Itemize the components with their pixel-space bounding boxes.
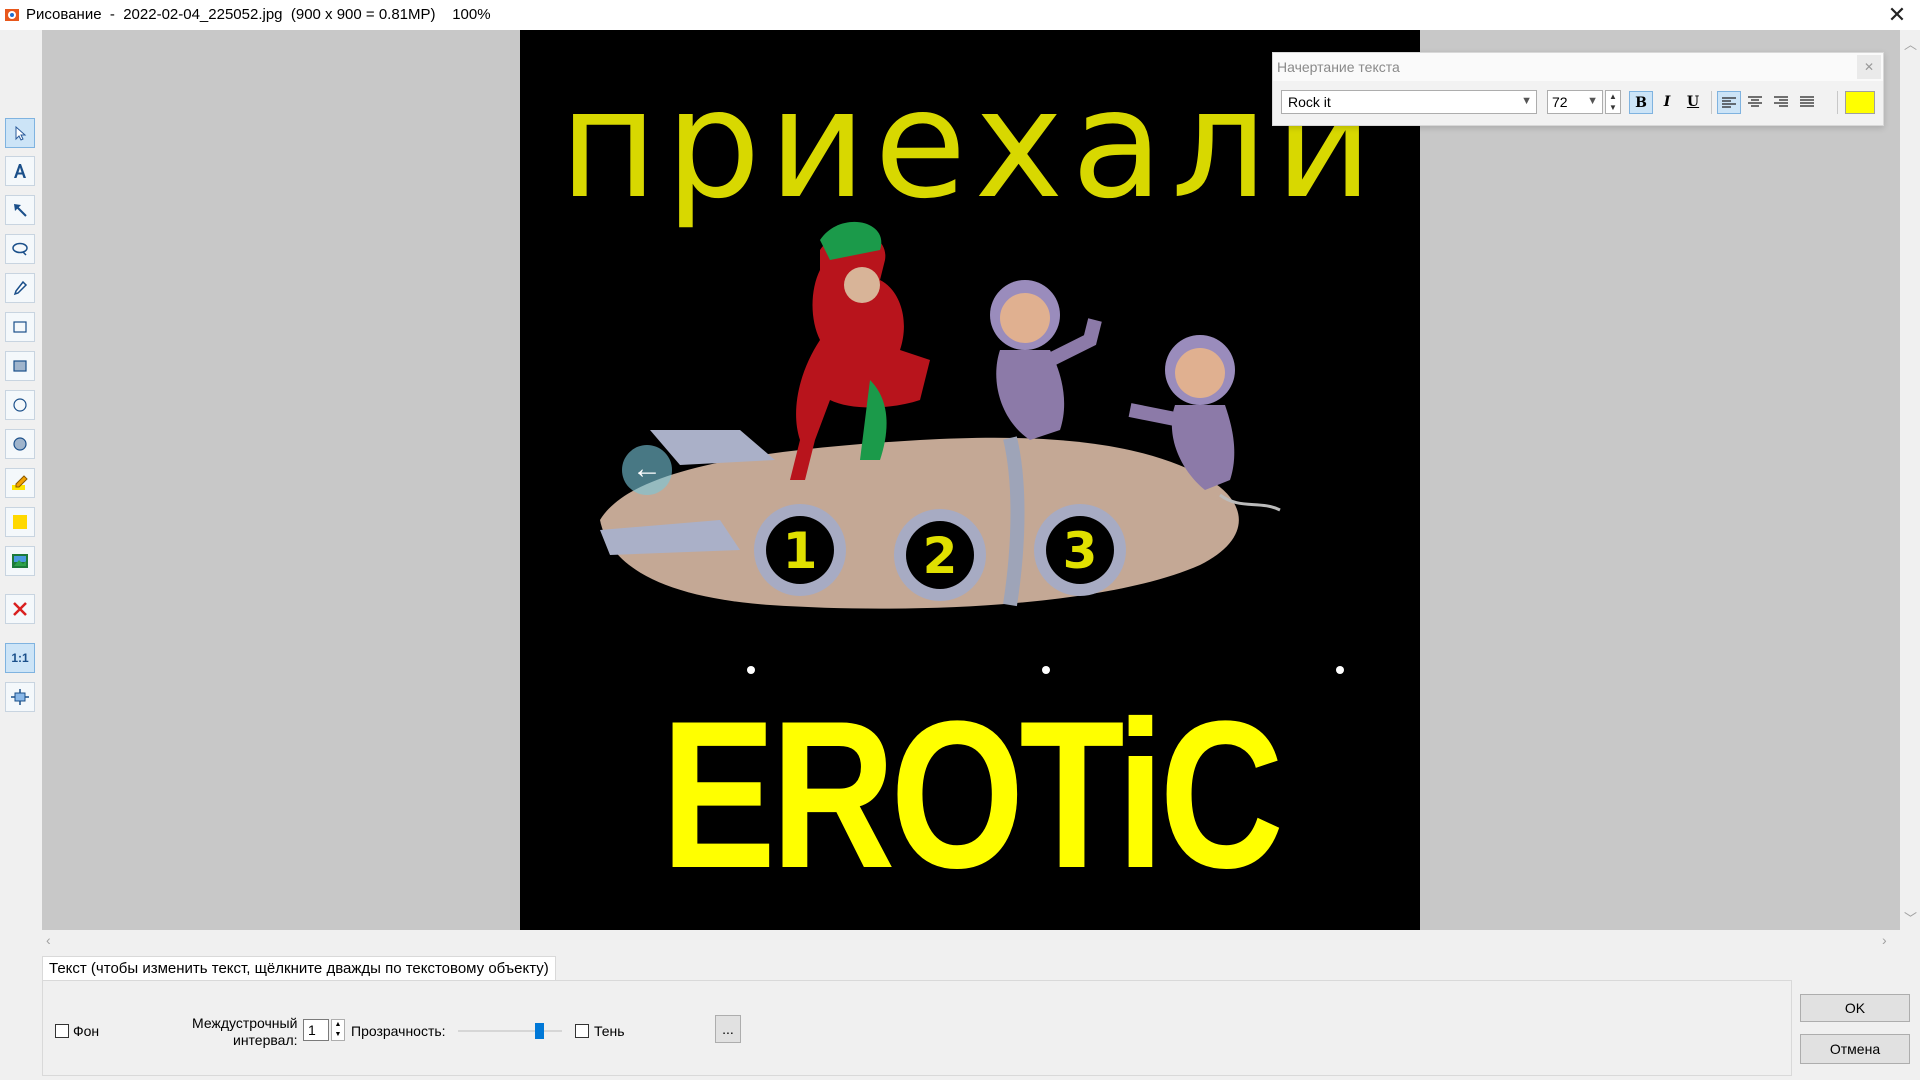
selection-handle-middle[interactable] xyxy=(1042,666,1050,674)
pen-icon xyxy=(13,280,28,296)
font-family-value: Rock it xyxy=(1288,94,1331,110)
scroll-up-icon[interactable]: ︿ xyxy=(1904,34,1917,53)
lasso-icon xyxy=(12,242,28,256)
porthole-number-1: 1 xyxy=(783,522,818,580)
insert-image-icon xyxy=(12,554,28,568)
align-right-button[interactable] xyxy=(1769,91,1793,114)
pen-tool-button[interactable] xyxy=(5,273,35,303)
align-justify-button[interactable] xyxy=(1795,91,1819,114)
scroll-left-icon[interactable]: ‹ xyxy=(46,932,51,948)
pointer-icon xyxy=(15,125,27,141)
scroll-right-icon[interactable]: › xyxy=(1882,932,1887,948)
align-right-icon xyxy=(1774,96,1788,107)
toolbar-separator xyxy=(1837,91,1838,114)
arrow-tool-icon xyxy=(14,204,27,217)
align-left-icon xyxy=(1722,97,1736,108)
text-style-panel: Начертание текста ✕ Rock it ▼ 72 ▼ ▲ ▼ B … xyxy=(1272,52,1884,126)
cancel-button[interactable]: Отмена xyxy=(1800,1034,1910,1064)
italic-button[interactable]: I xyxy=(1655,91,1679,114)
edited-image[interactable]: приехали 1 2 3 ← EROTiC xyxy=(520,30,1420,930)
actual-size-button[interactable]: 1:1 xyxy=(5,643,35,673)
chevron-down-icon: ▼ xyxy=(1587,95,1598,107)
text-color-swatch[interactable] xyxy=(1845,91,1875,114)
window-title: Рисование - 2022-02-04_225052.jpg (900 x… xyxy=(26,6,491,23)
filled-rectangle-icon xyxy=(13,360,27,372)
actual-size-icon: 1:1 xyxy=(11,651,29,665)
text-properties-tab[interactable]: Текст (чтобы изменить текст, щёлкните дв… xyxy=(42,956,556,981)
font-family-select[interactable]: Rock it ▼ xyxy=(1281,90,1537,114)
insert-image-tool-button[interactable] xyxy=(5,546,35,576)
underline-button[interactable]: U xyxy=(1681,91,1705,114)
line-spacing-spinner[interactable]: ▲ ▼ xyxy=(331,1019,345,1041)
align-justify-icon xyxy=(1800,96,1814,107)
bold-button[interactable]: B xyxy=(1629,91,1653,114)
line-spacing-label-2: интервал: xyxy=(233,1032,298,1048)
fit-to-window-button[interactable] xyxy=(5,682,35,712)
porthole-number-3: 3 xyxy=(1063,522,1098,580)
filled-rectangle-tool-button[interactable] xyxy=(5,351,35,381)
rectangle-icon xyxy=(13,321,27,333)
scroll-down-icon[interactable]: ﹀ xyxy=(1904,908,1917,927)
panel-title: Начертание текста xyxy=(1277,59,1400,75)
shadow-label: Тень xyxy=(594,1023,625,1039)
more-options-button[interactable]: ... xyxy=(715,1015,741,1043)
ellipse-icon xyxy=(13,398,27,412)
horizontal-scrollbar[interactable]: ‹ › xyxy=(42,930,1900,952)
align-center-icon xyxy=(1748,96,1762,107)
text-tool-button[interactable] xyxy=(5,156,35,186)
filled-ellipse-tool-button[interactable] xyxy=(5,429,35,459)
delete-object-button[interactable] xyxy=(5,594,35,624)
text-tool-icon xyxy=(14,164,26,178)
rocket-puppets-picture: 1 2 3 xyxy=(600,221,1281,609)
highlighter-icon xyxy=(12,475,28,490)
lasso-tool-button[interactable] xyxy=(5,234,35,264)
font-size-select[interactable]: 72 ▼ xyxy=(1547,90,1603,114)
font-size-spinner[interactable]: ▲ ▼ xyxy=(1605,90,1621,114)
vertical-scrollbar[interactable]: ︿ ﹀ xyxy=(1900,30,1920,930)
arrow-tool-button[interactable] xyxy=(5,195,35,225)
chevron-down-icon: ▼ xyxy=(1521,95,1532,107)
selection-handle-left[interactable] xyxy=(747,666,755,674)
shadow-checkbox[interactable] xyxy=(575,1024,589,1038)
transparency-label: Прозрачность: xyxy=(351,1023,446,1039)
back-arrow-button[interactable]: ← xyxy=(622,445,672,495)
transparency-slider-track[interactable] xyxy=(458,1030,562,1032)
fill-color-tool-button[interactable] xyxy=(5,507,35,537)
background-checkbox[interactable] xyxy=(55,1024,69,1038)
delete-icon xyxy=(13,602,27,616)
toolbar-separator xyxy=(1711,91,1712,114)
fit-to-window-icon xyxy=(11,689,29,705)
panel-close-icon[interactable]: ✕ xyxy=(1857,55,1881,79)
line-spacing-label: Междустрочный xyxy=(192,1015,298,1031)
align-left-button[interactable] xyxy=(1717,91,1741,114)
porthole-number-2: 2 xyxy=(923,527,958,585)
ok-button[interactable]: OK xyxy=(1800,994,1910,1022)
panel-header[interactable]: Начертание текста ✕ xyxy=(1273,53,1883,81)
text-properties-panel: Фон Междустрочный интервал: 1 ▲ ▼ Прозрач… xyxy=(42,980,1792,1076)
text-object-bottom[interactable]: EROTiC xyxy=(601,685,1339,905)
rectangle-tool-button[interactable] xyxy=(5,312,35,342)
pointer-tool-button[interactable] xyxy=(5,118,35,148)
app-icon xyxy=(5,9,19,21)
selection-handle-right[interactable] xyxy=(1336,666,1344,674)
background-label: Фон xyxy=(73,1023,100,1039)
ellipse-tool-button[interactable] xyxy=(5,390,35,420)
font-size-value: 72 xyxy=(1552,94,1568,110)
align-center-button[interactable] xyxy=(1743,91,1767,114)
highlighter-tool-button[interactable] xyxy=(5,468,35,498)
filled-ellipse-icon xyxy=(13,437,27,451)
fill-color-icon xyxy=(13,515,27,529)
transparency-slider-thumb[interactable] xyxy=(535,1023,545,1039)
line-spacing-input[interactable]: 1 xyxy=(303,1019,329,1041)
close-window-button[interactable]: ✕ xyxy=(1882,2,1912,28)
title-bar: Рисование - 2022-02-04_225052.jpg (900 x… xyxy=(0,0,1920,30)
